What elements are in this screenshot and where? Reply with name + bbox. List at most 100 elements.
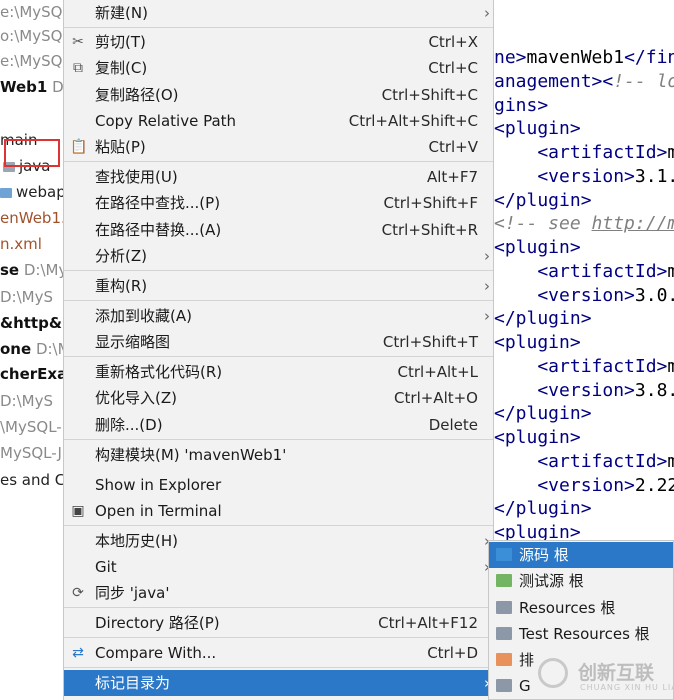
submenu-item-resources-root[interactable]: Resources 根 (489, 595, 673, 621)
menu-item-label: 同步 'java' (95, 584, 170, 602)
tree-row[interactable]: one D:\M (0, 337, 64, 361)
menu-item-label: 分析(Z) (95, 247, 147, 265)
menu-item-analyze[interactable]: 分析(Z) › (64, 243, 493, 269)
folder-icon (496, 627, 512, 640)
menu-item-shortcut: Alt+F7 (426, 168, 478, 186)
menu-item-label: 构建模块(M) 'mavenWeb1' (95, 446, 287, 464)
menu-item-label: 在路径中查找...(P) (95, 194, 221, 212)
tree-row[interactable]: es and Co (0, 468, 64, 492)
tree-row-label: enWeb1. (0, 209, 64, 227)
code-token: http://m (591, 213, 674, 234)
menu-item-label: 删除...(D) (95, 416, 163, 434)
menu-item-shortcut: Ctrl+Shift+F (383, 194, 478, 212)
menu-separator (64, 27, 493, 28)
menu-separator (64, 439, 493, 440)
code-line: <plugin> (494, 236, 581, 260)
menu-separator (64, 607, 493, 608)
menu-item-shortcut: Ctrl+Shift+R (381, 221, 478, 239)
menu-item-build-module[interactable]: 构建模块(M) 'mavenWeb1' (64, 442, 493, 468)
tree-row[interactable]: e:\MySQL (0, 0, 64, 24)
menu-separator (64, 300, 493, 301)
tree-row-label: e:\MySQL (0, 3, 64, 21)
code-token: m (667, 451, 674, 472)
submenu-item-test-sources-root[interactable]: 测试源 根 (489, 568, 673, 594)
menu-item-label: 复制(C) (95, 59, 148, 77)
menu-item-paste[interactable]: 📋 粘贴(P) Ctrl+V (64, 134, 493, 160)
folder-icon (496, 679, 512, 692)
menu-separator (64, 356, 493, 357)
code-line: </plugin> (494, 189, 592, 213)
menu-item-copy[interactable]: ⧉ 复制(C) Ctrl+C (64, 55, 493, 81)
menu-item-show-in-explorer[interactable]: Show in Explorer (64, 472, 493, 498)
menu-item-shortcut: Ctrl+Alt+O (394, 389, 478, 407)
submenu-item-label: Resources 根 (519, 599, 616, 617)
sync-icon: ⟳ (72, 585, 84, 601)
menu-separator (64, 270, 493, 271)
menu-item-mark-directory-as[interactable]: 标记目录为 › (64, 670, 493, 696)
menu-item-find-in-path[interactable]: 在路径中查找...(P) Ctrl+Shift+F (64, 190, 493, 216)
code-token: </plugin> (494, 403, 592, 424)
menu-item-label: 显示缩略图 (95, 333, 171, 351)
submenu-item-test-resources-root[interactable]: Test Resources 根 (489, 621, 673, 647)
code-token: <artifactId> (494, 142, 668, 163)
menu-item-cut[interactable]: ✂ 剪切(T) Ctrl+X (64, 29, 493, 55)
tree-row[interactable]: enWeb1. (0, 206, 64, 230)
menu-separator (64, 637, 493, 638)
code-token: 3.1. (634, 166, 674, 187)
watermark-logo-icon (538, 658, 568, 688)
project-tree: e:\MySQLo:\MySQLe:\MySQLWeb1 D:mainjavaw… (0, 0, 64, 700)
menu-item-replace-in-path[interactable]: 在路径中替换...(A) Ctrl+Shift+R (64, 217, 493, 243)
menu-item-compare-with[interactable]: ⇄ Compare With... Ctrl+D (64, 640, 493, 666)
tree-row-label: D:\MyS (0, 392, 53, 410)
menu-item-reformat-code[interactable]: 重新格式化代码(R) Ctrl+Alt+L (64, 359, 493, 385)
menu-item-label: 标记目录为 (95, 674, 171, 692)
code-token: </plugin> (494, 308, 592, 329)
code-line: ne>mavenWeb1</fin (494, 46, 674, 70)
menu-item-add-to-favorites[interactable]: 添加到收藏(A) › (64, 303, 493, 329)
tree-row[interactable]: MySQL-J (0, 441, 62, 465)
tree-row[interactable]: o:\MySQL (0, 24, 64, 48)
tree-row[interactable]: D:\MyS (0, 285, 53, 309)
menu-item-open-in-terminal[interactable]: ▣ Open in Terminal (64, 498, 493, 524)
menu-item-label: Open in Terminal (95, 502, 222, 520)
menu-item-new[interactable]: 新建(N) › (64, 0, 493, 26)
tree-row[interactable]: se D:\My (0, 258, 64, 282)
menu-item-directory-path[interactable]: Directory 路径(P) Ctrl+Alt+F12 (64, 610, 493, 636)
menu-separator (64, 161, 493, 162)
code-token: <version> (494, 166, 635, 187)
menu-item-show-thumbnails[interactable]: 显示缩略图 Ctrl+Shift+T (64, 329, 493, 355)
menu-item-local-history[interactable]: 本地历史(H) › (64, 528, 493, 554)
tree-row[interactable]: D:\MyS (0, 389, 53, 413)
menu-item-label: Show in Explorer (95, 476, 222, 494)
menu-item-copy-path[interactable]: 复制路径(O) Ctrl+Shift+C (64, 82, 493, 108)
menu-item-delete[interactable]: 删除...(D) Delete (64, 412, 493, 438)
submenu-item-sources-root[interactable]: 源码 根 (489, 542, 673, 568)
menu-item-find-usages[interactable]: 查找使用(U) Alt+F7 (64, 164, 493, 190)
submenu-item-label: 测试源 根 (519, 572, 584, 590)
tree-row[interactable]: cherExan (0, 362, 64, 386)
menu-item-shortcut: Ctrl+Shift+T (382, 333, 478, 351)
tree-row[interactable]: \MySQL- (0, 415, 62, 439)
code-line: anagement><!-- lo (494, 70, 674, 94)
tree-row-path: D: (52, 78, 64, 96)
menu-item-optimize-imports[interactable]: 优化导入(Z) Ctrl+Alt+O (64, 385, 493, 411)
code-token: <plugin> (494, 332, 581, 353)
tree-row[interactable]: &http&re (0, 311, 64, 335)
menu-item-label: Compare With... (95, 644, 217, 662)
tree-row-label: D:\MyS (0, 288, 53, 306)
code-line: <version>2.22 (494, 474, 674, 498)
tree-row[interactable]: Web1 D: (0, 75, 64, 99)
menu-item-copy-relative-path[interactable]: Copy Relative Path Ctrl+Alt+Shift+C (64, 108, 493, 134)
menu-item-shortcut: Ctrl+Shift+C (381, 86, 478, 104)
menu-item-git[interactable]: Git › (64, 554, 493, 580)
tree-row[interactable]: webap (0, 180, 64, 204)
code-token: mavenWeb1 (526, 47, 625, 68)
code-line: <plugin> (494, 426, 581, 450)
menu-item-synchronize[interactable]: ⟳ 同步 'java' (64, 580, 493, 606)
tree-row[interactable]: n.xml (0, 232, 42, 256)
tree-row[interactable]: e:\MySQL (0, 49, 64, 73)
folder-icon (0, 187, 12, 198)
menu-item-refactor[interactable]: 重构(R) › (64, 273, 493, 299)
menu-item-label: 剪切(T) (95, 33, 146, 51)
menu-item-label: 本地历史(H) (95, 532, 178, 550)
